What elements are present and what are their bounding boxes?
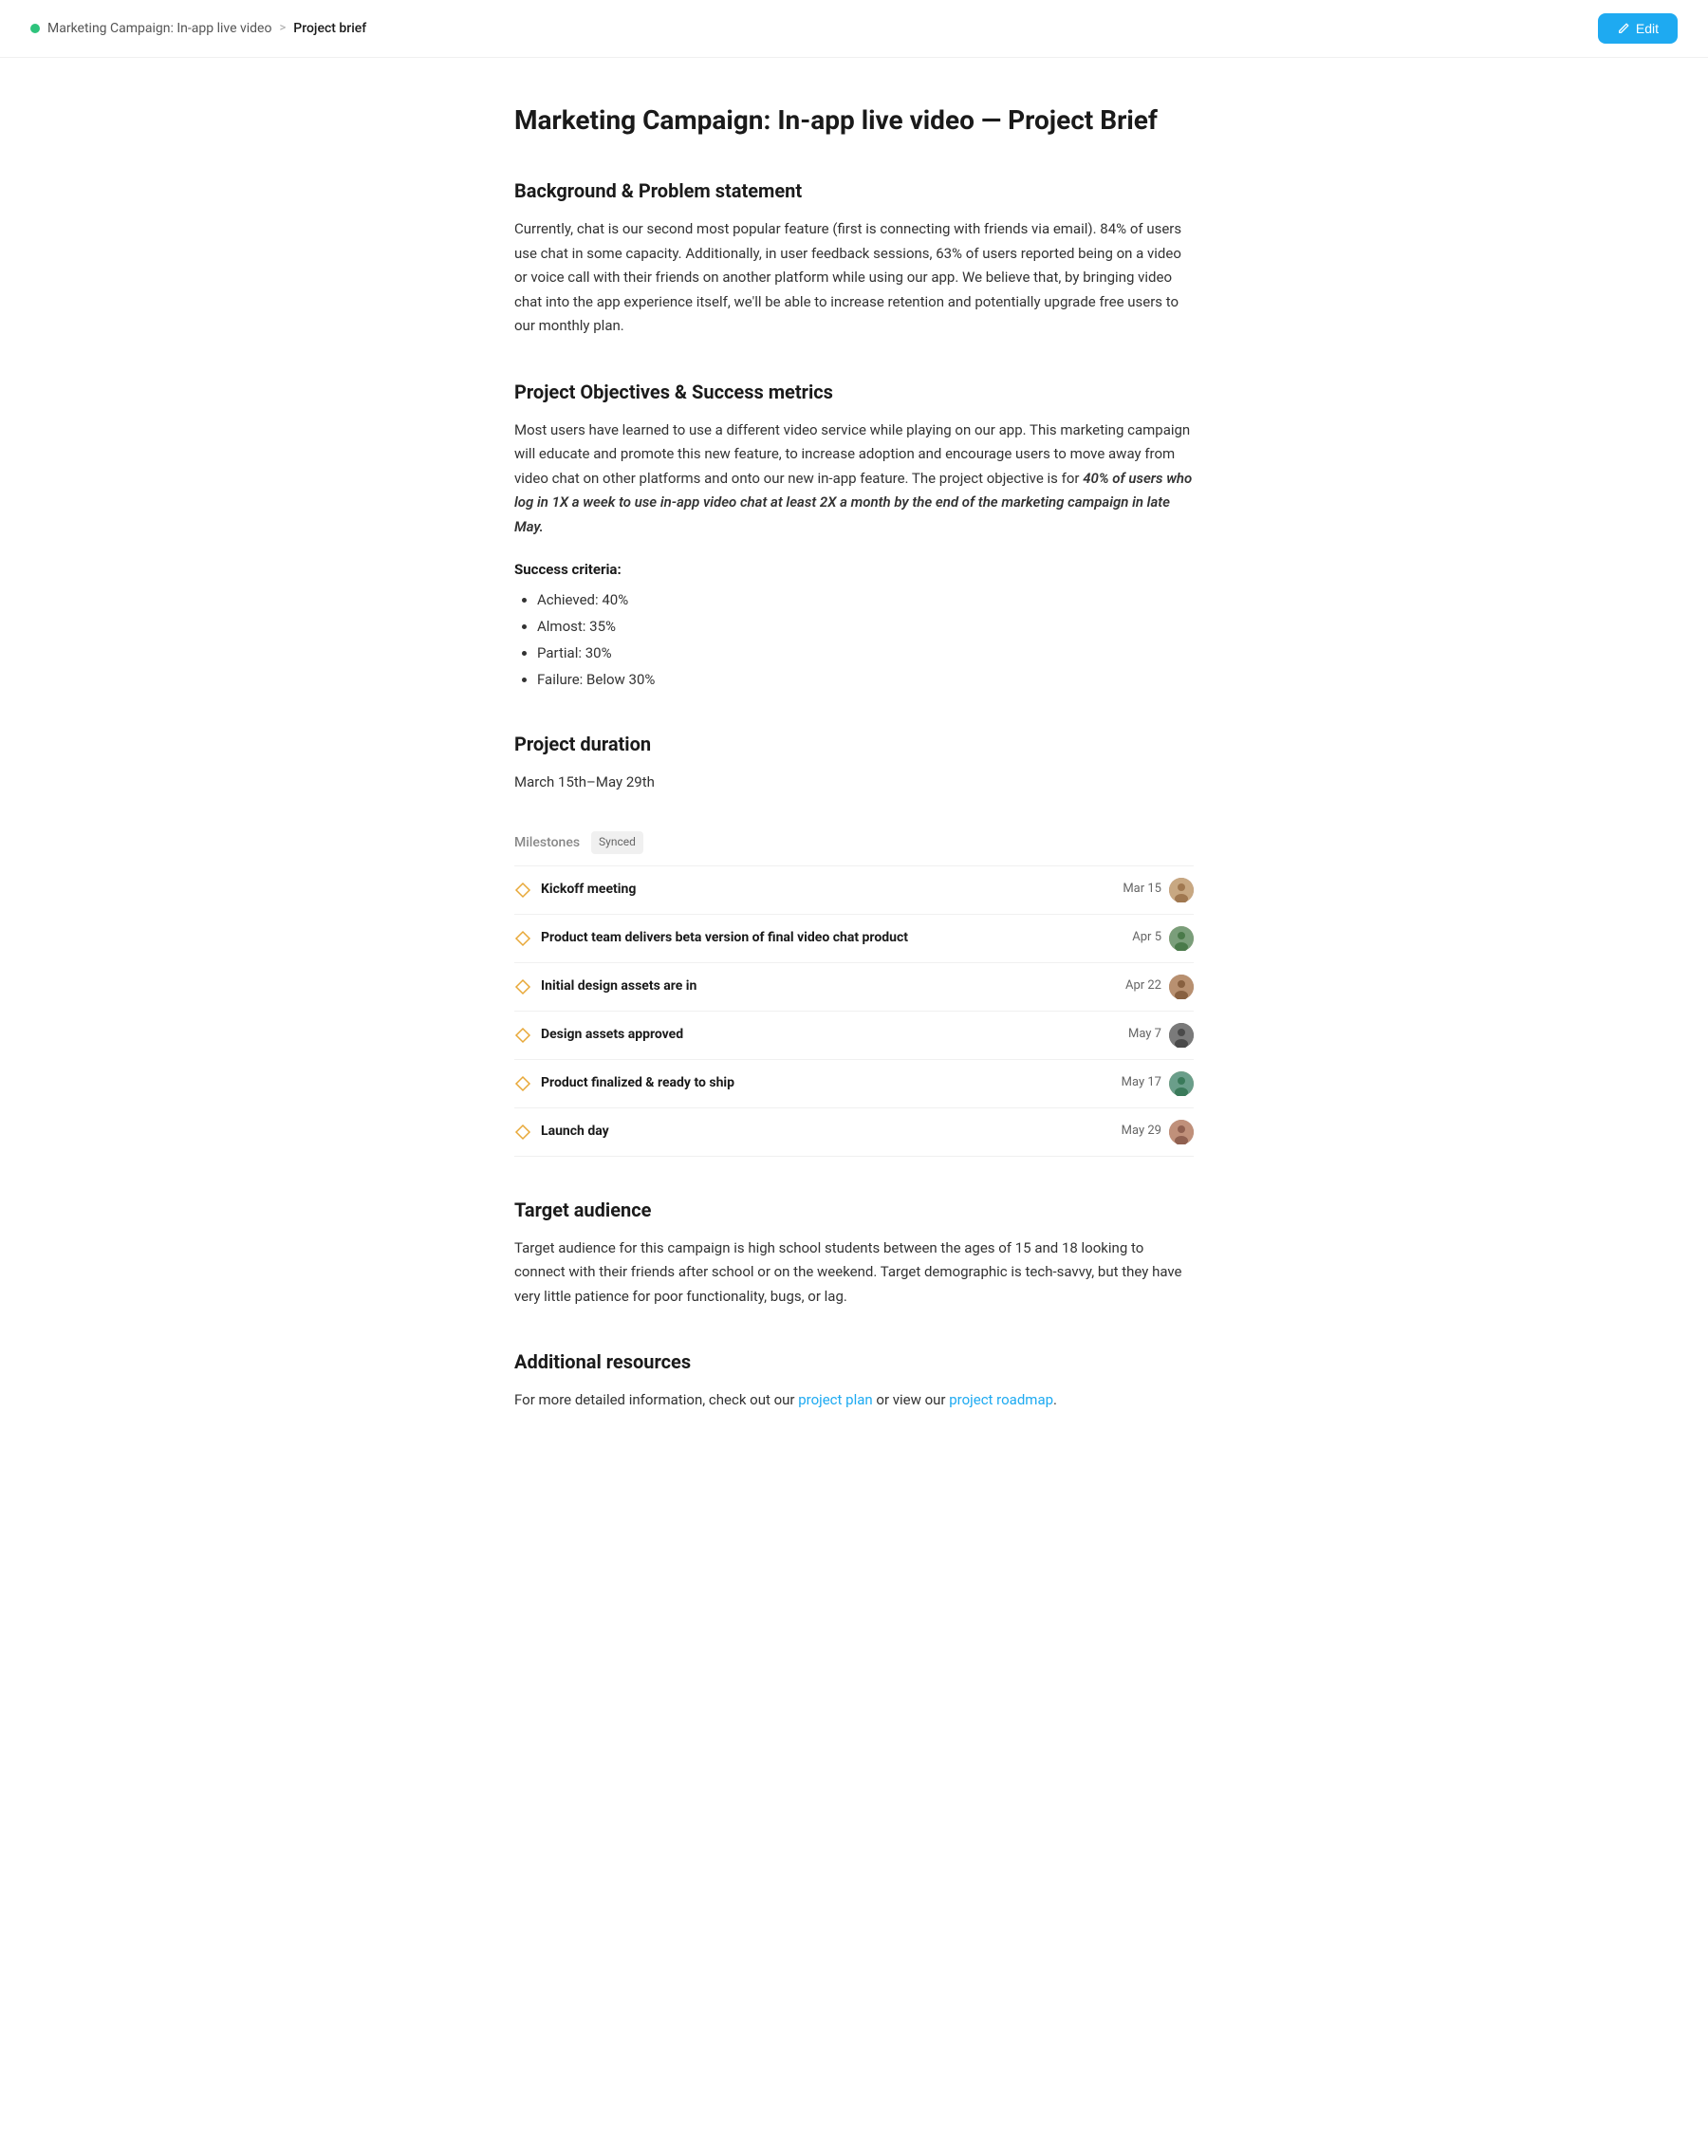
diamond-icon (514, 930, 531, 947)
avatar (1169, 1023, 1194, 1048)
resources-text-before: For more detailed information, check out… (514, 1391, 798, 1408)
milestone-title: Product finalized & ready to ship (541, 1072, 734, 1093)
avatar-image (1169, 926, 1194, 951)
breadcrumb-separator: > (279, 19, 286, 39)
content-wrapper: Marketing Campaign: In-app live video — … (484, 58, 1224, 1527)
milestone-date: May 17 (1122, 1073, 1161, 1093)
additional-resources-section: Additional resources For more detailed i… (514, 1347, 1194, 1413)
milestone-right: Apr 22 (1125, 975, 1194, 999)
target-audience-text: Target audience for this campaign is hig… (514, 1236, 1194, 1310)
milestone-title: Initial design assets are in (541, 976, 696, 996)
duration-text: March 15th–May 29th (514, 771, 1194, 793)
list-item: Achieved: 40% (537, 588, 1194, 611)
milestone-title: Design assets approved (541, 1024, 683, 1045)
resources-text-after: . (1053, 1391, 1057, 1408)
milestone-row: Initial design assets are in Apr 22 (514, 963, 1194, 1012)
project-roadmap-link[interactable]: project roadmap (949, 1391, 1053, 1408)
milestone-right: May 17 (1122, 1071, 1194, 1096)
edit-label: Edit (1636, 21, 1659, 36)
diamond-icon (514, 1075, 531, 1092)
duration-section: Project duration March 15th–May 29th (514, 729, 1194, 793)
milestone-right: May 7 (1128, 1023, 1194, 1048)
objectives-section: Project Objectives & Success metrics Mos… (514, 377, 1194, 692)
avatar-image (1169, 975, 1194, 999)
success-criteria-heading: Success criteria: (514, 558, 1194, 581)
avatar-image (1169, 878, 1194, 902)
milestone-date: Mar 15 (1123, 880, 1161, 900)
objectives-text: Most users have learned to use a differe… (514, 418, 1194, 540)
avatar (1169, 975, 1194, 999)
objectives-heading: Project Objectives & Success metrics (514, 377, 1194, 407)
avatar (1169, 926, 1194, 951)
diamond-icon (514, 978, 531, 995)
edit-button[interactable]: Edit (1598, 13, 1678, 44)
list-item: Partial: 30% (537, 641, 1194, 664)
resources-text-between: or view our (873, 1391, 950, 1408)
milestone-date: May 29 (1122, 1122, 1161, 1142)
milestones-label: Milestones (514, 832, 580, 853)
diamond-icon (514, 1124, 531, 1141)
milestones-section: Milestones Synced Kickoff meeting Mar 15 (514, 831, 1194, 1156)
milestone-row: Design assets approved May 7 (514, 1012, 1194, 1060)
duration-heading: Project duration (514, 729, 1194, 759)
project-plan-link[interactable]: project plan (798, 1391, 872, 1408)
avatar-image (1169, 1023, 1194, 1048)
breadcrumb: Marketing Campaign: In-app live video > … (30, 18, 366, 39)
milestone-left: Initial design assets are in (514, 976, 696, 996)
avatar (1169, 1120, 1194, 1144)
avatar (1169, 1071, 1194, 1096)
avatar-image (1169, 1120, 1194, 1144)
breadcrumb-parent[interactable]: Marketing Campaign: In-app live video (47, 18, 271, 39)
target-audience-heading: Target audience (514, 1195, 1194, 1225)
diamond-icon (514, 882, 531, 899)
milestone-date: May 7 (1128, 1025, 1161, 1045)
milestone-left: Design assets approved (514, 1024, 683, 1045)
edit-icon (1617, 22, 1630, 35)
milestones-list: Kickoff meeting Mar 15 (514, 865, 1194, 1157)
milestones-header: Milestones Synced (514, 831, 1194, 853)
milestone-title: Launch day (541, 1121, 609, 1142)
milestone-row: Kickoff meeting Mar 15 (514, 865, 1194, 915)
list-item: Failure: Below 30% (537, 668, 1194, 691)
success-criteria-list: Achieved: 40% Almost: 35% Partial: 30% F… (514, 588, 1194, 691)
avatar-image (1169, 1071, 1194, 1096)
milestone-title: Kickoff meeting (541, 879, 636, 900)
avatar (1169, 878, 1194, 902)
milestone-date: Apr 5 (1132, 928, 1161, 948)
additional-resources-text: For more detailed information, check out… (514, 1388, 1194, 1413)
target-audience-section: Target audience Target audience for this… (514, 1195, 1194, 1310)
background-text: Currently, chat is our second most popul… (514, 217, 1194, 339)
list-item: Almost: 35% (537, 615, 1194, 638)
milestone-date: Apr 22 (1125, 976, 1161, 996)
milestone-right: Apr 5 (1132, 926, 1194, 951)
additional-resources-heading: Additional resources (514, 1347, 1194, 1377)
milestone-row: Launch day May 29 (514, 1108, 1194, 1157)
breadcrumb-current: Project brief (293, 18, 366, 39)
milestone-left: Launch day (514, 1121, 609, 1142)
diamond-icon (514, 1027, 531, 1044)
page-title: Marketing Campaign: In-app live video — … (514, 103, 1194, 138)
milestone-left: Product team delivers beta version of fi… (514, 927, 908, 948)
milestone-left: Product finalized & ready to ship (514, 1072, 734, 1093)
milestone-right: Mar 15 (1123, 878, 1194, 902)
milestone-row: Product team delivers beta version of fi… (514, 915, 1194, 963)
milestone-row: Product finalized & ready to ship May 17 (514, 1060, 1194, 1108)
background-heading: Background & Problem statement (514, 176, 1194, 206)
background-section: Background & Problem statement Currently… (514, 176, 1194, 339)
milestone-right: May 29 (1122, 1120, 1194, 1144)
milestone-left: Kickoff meeting (514, 879, 636, 900)
status-dot (30, 24, 40, 33)
milestone-title: Product team delivers beta version of fi… (541, 927, 908, 948)
synced-badge: Synced (591, 831, 643, 853)
top-bar: Marketing Campaign: In-app live video > … (0, 0, 1708, 58)
